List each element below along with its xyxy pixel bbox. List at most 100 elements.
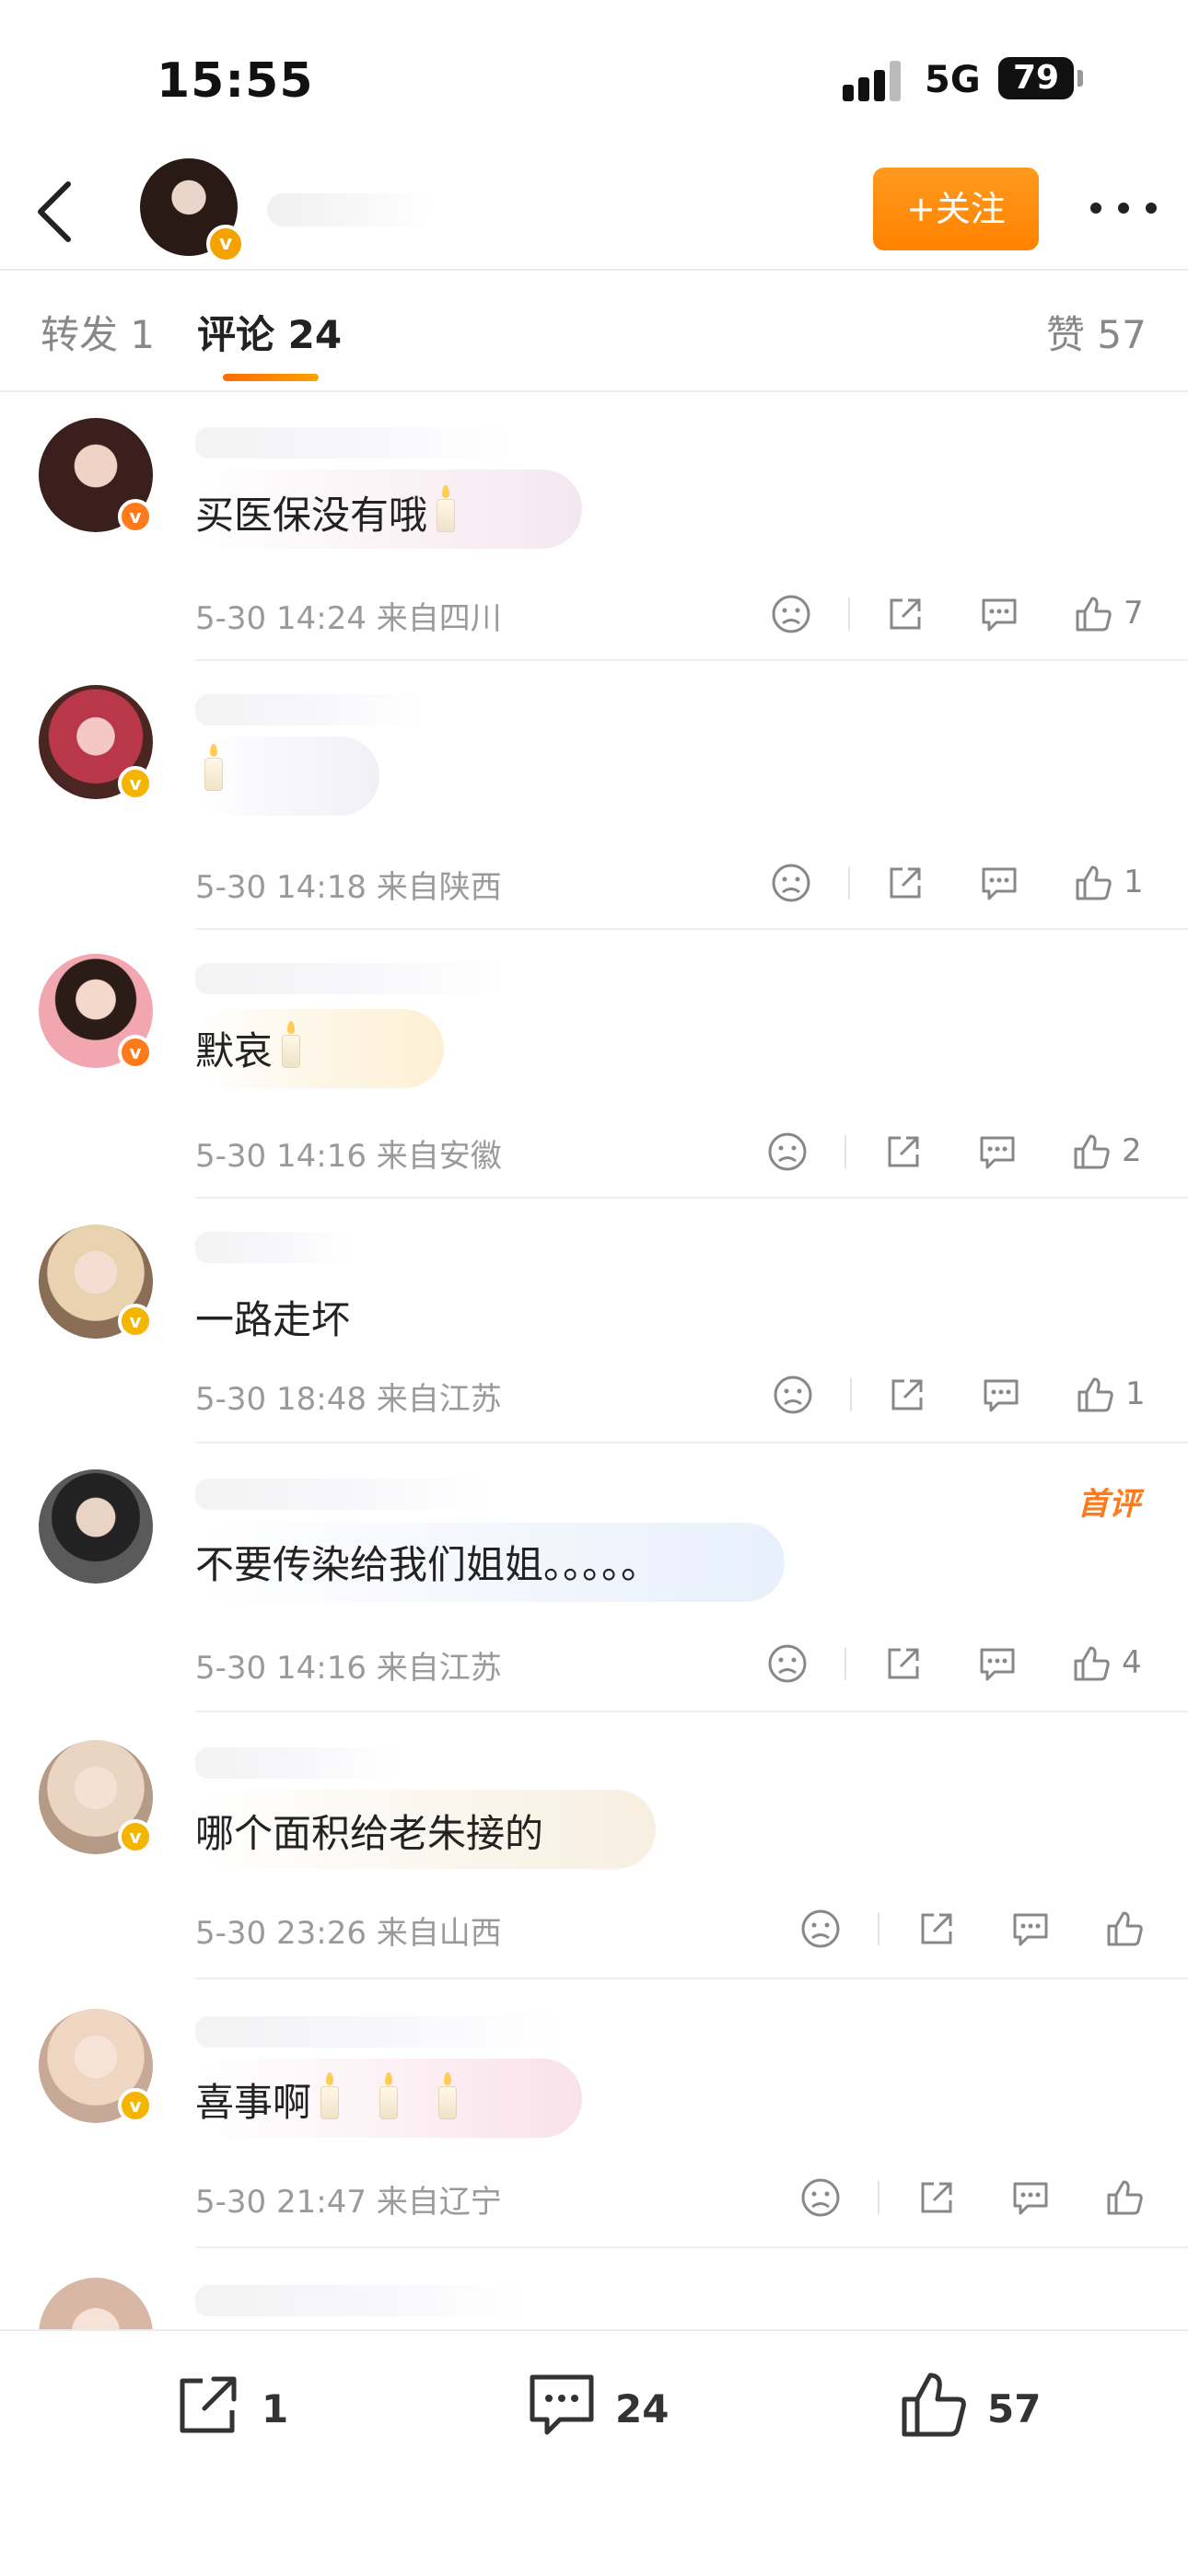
comment-bubble-icon[interactable] <box>976 1131 1019 1173</box>
comment-divider <box>195 1442 1188 1444</box>
comment-bubble-decoration <box>195 737 379 816</box>
repost-share-icon[interactable] <box>171 2368 245 2442</box>
share-icon[interactable] <box>915 1908 958 1950</box>
comment-bubble-icon[interactable] <box>976 1642 1019 1685</box>
more-dots-icon[interactable] <box>1087 191 1160 223</box>
comment-divider <box>195 1978 1188 1979</box>
comment-text: 喜事啊 <box>195 2071 458 2128</box>
thumbs-up-icon[interactable] <box>1072 862 1114 904</box>
comment-bubble-icon[interactable] <box>1009 1908 1052 1950</box>
comment-text: 不要传染给我们姐姐。。。。。 <box>195 1542 660 1587</box>
share-icon[interactable] <box>884 862 926 904</box>
commenter-name-blurred[interactable] <box>195 2016 564 2048</box>
thumbs-up-icon[interactable] <box>1070 1642 1112 1685</box>
comment-text: 哪个面积给老朱接的 <box>195 1811 544 1856</box>
comment-divider <box>195 1711 1188 1712</box>
like-count: 2 <box>1122 1132 1142 1169</box>
like-count: 1 <box>1124 864 1144 900</box>
candle-emoji-icon <box>320 2072 340 2119</box>
commenter-name-blurred[interactable] <box>195 694 425 725</box>
share-icon[interactable] <box>882 1642 925 1685</box>
thumbs-up-icon[interactable] <box>897 2368 971 2442</box>
battery-tip <box>1077 70 1083 87</box>
comment-divider <box>195 928 1188 930</box>
action-separator <box>878 1912 879 1945</box>
thumbs-up-icon[interactable] <box>1072 593 1114 635</box>
share-icon[interactable] <box>886 1374 928 1416</box>
tab-repost[interactable]: 转发 1 <box>41 304 155 360</box>
cellular-signal-icon <box>843 61 903 101</box>
bottom-action-bar <box>0 2329 1188 2576</box>
battery-icon: 79 <box>998 57 1074 99</box>
frown-face-icon[interactable] <box>799 1908 842 1950</box>
comment-bubble-icon[interactable] <box>980 1374 1022 1416</box>
candle-emoji-icon <box>282 1021 301 1068</box>
verified-badge-icon: v <box>206 225 245 263</box>
comment-meta: 5-30 23:26 来自山西 <box>195 1915 502 1952</box>
commenter-name-blurred[interactable] <box>195 1747 398 1779</box>
frown-face-icon[interactable] <box>799 2176 842 2219</box>
commenter-avatar[interactable] <box>39 1469 153 1584</box>
comment-meta: 5-30 14:16 来自安徽 <box>195 1138 502 1175</box>
tab-comments[interactable]: 评论 24 <box>197 304 342 360</box>
comment-meta: 5-30 18:48 来自江苏 <box>195 1381 502 1418</box>
frown-face-icon[interactable] <box>766 1131 809 1173</box>
repost-count: 1 <box>262 2386 289 2431</box>
follow-button[interactable]: +关注 <box>873 168 1039 250</box>
comment-meta: 5-30 14:18 来自陕西 <box>195 869 502 906</box>
verified-badge-icon: v <box>118 1035 153 1070</box>
action-separator <box>850 1378 852 1411</box>
comment-text: 默哀 <box>195 1020 301 1076</box>
share-icon[interactable] <box>915 2176 958 2219</box>
author-name-blurred <box>267 193 433 226</box>
network-type: 5G <box>925 59 981 101</box>
tab-active-indicator <box>223 374 319 381</box>
first-comment-badge: 首评 <box>1077 1486 1140 1523</box>
tab-likes[interactable]: 赞 57 <box>1046 304 1147 360</box>
commenter-name-blurred[interactable] <box>195 963 508 994</box>
comment-bubble-icon[interactable] <box>1009 2176 1052 2219</box>
thumbs-up-icon[interactable] <box>1103 1908 1146 1950</box>
share-icon[interactable] <box>882 1131 925 1173</box>
comment-bubble-icon[interactable] <box>525 2368 599 2442</box>
frown-face-icon[interactable] <box>772 1374 814 1416</box>
verified-badge-icon: v <box>118 1819 153 1854</box>
comment-text: 买医保没有哦 <box>195 484 456 540</box>
tabs-divider <box>0 390 1188 392</box>
commenter-name-blurred[interactable] <box>195 2285 527 2316</box>
thumbs-up-icon[interactable] <box>1070 1131 1112 1173</box>
action-separator <box>844 1647 846 1680</box>
verified-badge-icon: v <box>118 2088 153 2123</box>
share-icon[interactable] <box>884 593 926 635</box>
frown-face-icon[interactable] <box>770 593 812 635</box>
like-count: 1 <box>1125 1375 1146 1412</box>
comment-text: 一路走坏 <box>195 1297 351 1342</box>
action-separator <box>848 866 850 899</box>
comment-divider <box>195 659 1188 661</box>
commenter-name-blurred[interactable] <box>195 1479 490 1510</box>
frown-face-icon[interactable] <box>770 862 812 904</box>
verified-badge-icon: v <box>118 1304 153 1339</box>
candle-emoji-icon <box>437 485 456 532</box>
frown-face-icon[interactable] <box>766 1642 809 1685</box>
comment-bubble-icon[interactable] <box>978 593 1020 635</box>
status-time: 15:55 <box>157 53 314 109</box>
verified-badge-icon: v <box>118 499 153 534</box>
action-separator <box>848 598 850 631</box>
comment-bubble-icon[interactable] <box>978 862 1020 904</box>
commenter-name-blurred[interactable] <box>195 427 512 458</box>
like-count-total: 57 <box>987 2386 1042 2431</box>
comment-meta: 5-30 21:47 来自辽宁 <box>195 2184 502 2221</box>
comment-divider <box>195 1197 1188 1199</box>
comment-meta: 5-30 14:24 来自四川 <box>195 600 502 637</box>
commenter-name-blurred[interactable] <box>195 1232 352 1263</box>
action-separator <box>844 1135 846 1168</box>
comment-meta: 5-30 14:16 来自江苏 <box>195 1650 502 1687</box>
thumbs-up-icon[interactable] <box>1103 2176 1146 2219</box>
like-count: 4 <box>1122 1644 1142 1681</box>
candle-emoji-icon <box>204 744 223 791</box>
candle-emoji-icon <box>438 2072 458 2119</box>
back-chevron-icon[interactable] <box>28 175 83 249</box>
thumbs-up-icon[interactable] <box>1074 1374 1116 1416</box>
comment-text <box>195 744 223 796</box>
